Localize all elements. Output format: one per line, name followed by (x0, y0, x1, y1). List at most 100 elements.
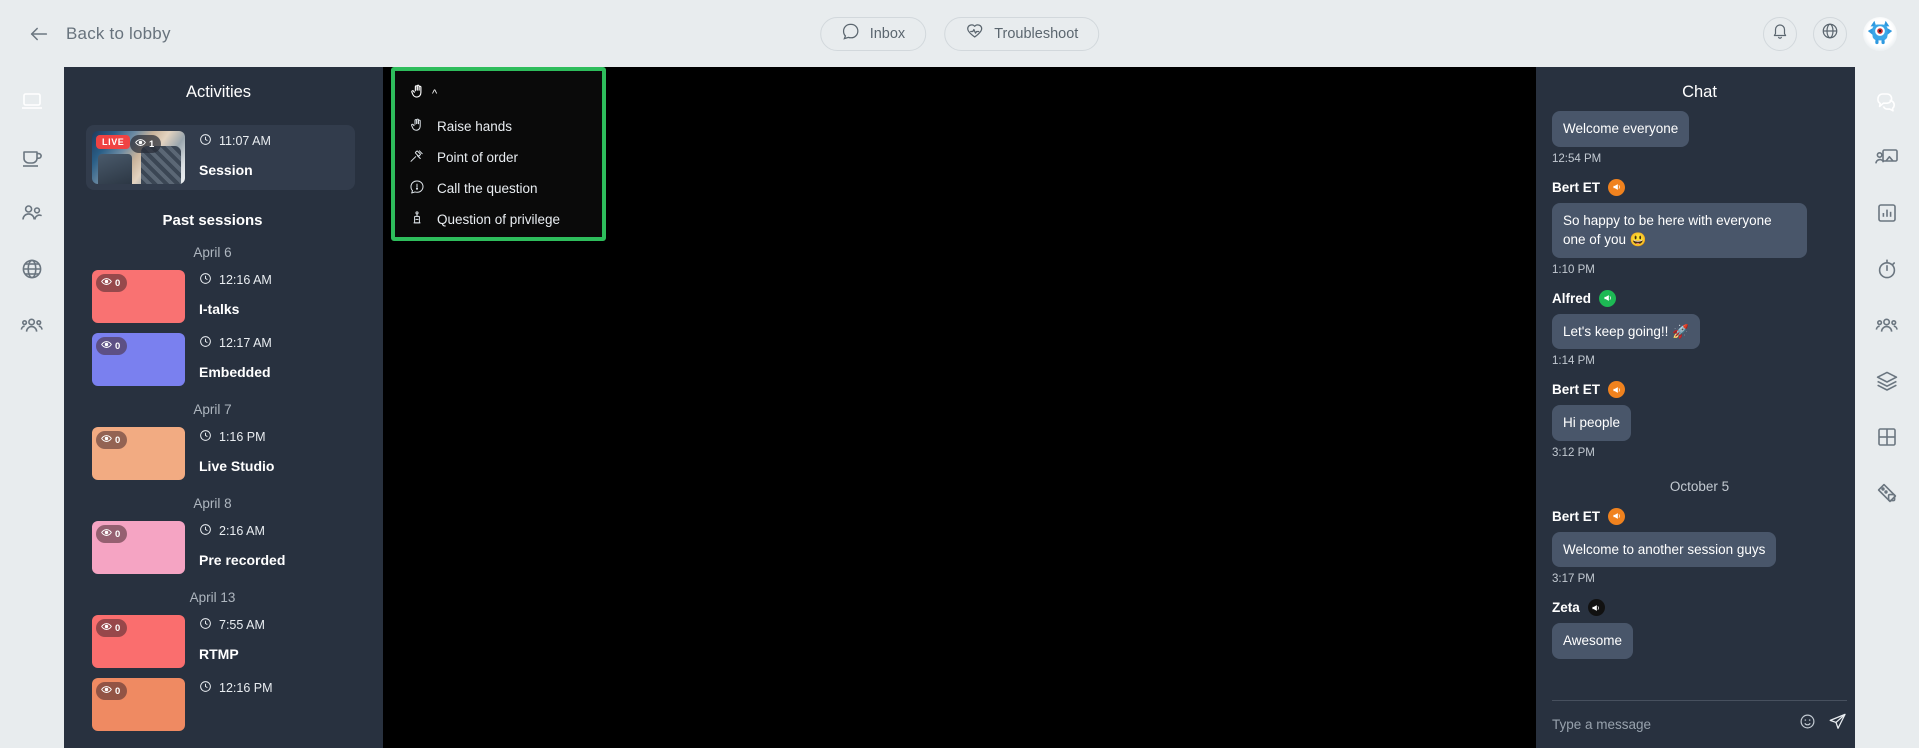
menu-item-raise-hands[interactable]: Raise hands (395, 111, 602, 142)
panel-item-screen-share[interactable] (1873, 145, 1901, 173)
language-button[interactable] (1813, 16, 1847, 51)
menu-item-call-the-question[interactable]: Call the question (395, 173, 602, 204)
left-rail (0, 67, 64, 748)
message-author-row: Bert ET (1552, 178, 1847, 196)
sidebar-item-stage[interactable] (18, 89, 46, 117)
session-time-row: 2:16 AM (199, 523, 285, 539)
raise-hand-menu-items: Raise hands Point of order Call the questi… (395, 111, 602, 235)
message-bubble: So happy to be here with everyone one of… (1552, 202, 1807, 258)
troubleshoot-button[interactable]: Troubleshoot (944, 16, 1100, 51)
troubleshoot-label: Troubleshoot (994, 25, 1079, 42)
past-session-item[interactable]: 0 7:55 AM RTMP (92, 615, 371, 668)
session-time: 7:55 AM (219, 618, 265, 632)
chat-message: Bert ET Hi people 3:12 PM (1552, 381, 1847, 459)
session-name: Live Studio (199, 458, 275, 474)
live-session-item[interactable]: LIVE 1 11:07 AM Session (86, 125, 355, 190)
send-button[interactable] (1828, 712, 1847, 736)
sidebar-item-people[interactable] (18, 201, 46, 229)
sidebar-item-groups[interactable] (18, 313, 46, 341)
notifications-button[interactable] (1763, 16, 1797, 51)
sidebar-item-lounge[interactable] (18, 145, 46, 173)
back-to-lobby-button[interactable]: Back to lobby (28, 23, 171, 45)
sidebar-item-network[interactable] (18, 257, 46, 285)
chat-message: Bert ET So happy to be here with everyone… (1552, 178, 1847, 276)
globe-icon (1821, 22, 1839, 45)
session-time: 12:16 PM (219, 681, 273, 695)
question-bubble-icon (409, 179, 425, 198)
chat-message: Welcome everyone 12:54 PM (1552, 111, 1847, 165)
session-date-header: April 6 (193, 245, 232, 260)
activities-list[interactable]: LIVE 1 11:07 AM Session Past sessions Ap… (64, 115, 383, 748)
session-time-row: 12:17 AM (199, 335, 272, 351)
bar-chart-icon (1875, 201, 1899, 230)
chat-input[interactable] (1552, 716, 1787, 732)
inbox-button[interactable]: Inbox (819, 16, 927, 51)
menu-item-question-of-privilege[interactable]: Question of privilege (395, 204, 602, 235)
avatar[interactable] (1863, 16, 1897, 51)
live-badge: LIVE (96, 135, 131, 149)
session-thumbnail: 0 (92, 333, 185, 386)
session-time: 2:16 AM (219, 524, 265, 538)
eye-icon (135, 137, 146, 151)
eye-icon (101, 684, 112, 698)
message-time: 3:12 PM (1552, 446, 1595, 459)
past-session-item[interactable]: 0 1:16 PM Live Studio (92, 427, 371, 480)
panel-item-grid[interactable] (1873, 425, 1901, 453)
session-name: Session (199, 162, 253, 178)
panel-item-participants[interactable] (1873, 313, 1901, 341)
session-time-row: 1:16 PM (199, 429, 274, 445)
chat-date-separator: October 5 (1669, 478, 1730, 494)
message-bubble: Hi people (1552, 405, 1632, 441)
session-time: 11:07 AM (219, 134, 271, 148)
message-author-name: Zeta (1552, 600, 1580, 616)
back-to-lobby-label: Back to lobby (66, 23, 171, 43)
message-bubble: Welcome to another session guys (1552, 531, 1777, 568)
puzzle-icon (1875, 481, 1899, 510)
viewer-count: 0 (115, 622, 121, 634)
session-time: 12:16 AM (219, 273, 272, 287)
raise-hand-icon (409, 83, 426, 105)
message-bubble: Let's keep going!! 🚀 (1552, 313, 1700, 350)
chat-bubbles-icon (1875, 89, 1899, 118)
menu-item-label: Question of privilege (437, 212, 561, 227)
message-author-row: Zeta (1552, 599, 1847, 617)
raise-hand-menu[interactable]: ^ Raise hands Point of order Call the ques… (391, 67, 606, 241)
chat-input-row (1552, 700, 1847, 736)
panel-item-chat[interactable] (1873, 89, 1901, 117)
megaphone-badge-icon (1608, 507, 1626, 525)
eye-icon (101, 433, 112, 447)
past-sessions-groups: April 6 0 12:16 AM I-talks 0 12:17 AM Embedded… (64, 245, 371, 731)
message-author-name: Bert ET (1552, 179, 1601, 195)
panel-item-layers[interactable] (1873, 369, 1901, 397)
raise-hand-icon (409, 117, 425, 136)
past-session-item[interactable]: 0 2:16 AM Pre recorded (92, 521, 371, 574)
chevron-up-icon: ^ (432, 87, 438, 100)
group-people-icon (1875, 313, 1899, 342)
session-time-row: 11:07 AM (199, 133, 271, 149)
past-session-item[interactable]: 0 12:16 PM (92, 678, 371, 731)
chat-messages[interactable]: Welcome everyone 12:54 PM Bert ET So happy … (1536, 111, 1863, 692)
session-thumbnail: 0 (92, 270, 185, 323)
clock-icon (199, 617, 212, 633)
message-time: 12:54 PM (1552, 152, 1602, 165)
eye-icon (101, 527, 112, 541)
chat-message: Bert ET Welcome to another session guys 3:… (1552, 507, 1847, 585)
past-session-item[interactable]: 0 12:17 AM Embedded (92, 333, 371, 386)
layers-icon (1875, 369, 1899, 398)
past-session-item[interactable]: 0 12:16 AM I-talks (92, 270, 371, 323)
viewer-count-badge: 0 (96, 619, 128, 637)
viewer-count: 0 (115, 685, 121, 697)
message-author-row: Bert ET (1552, 381, 1847, 399)
app-root: Back to lobby Inbox Troubleshoot Activit… (0, 0, 1919, 748)
panel-item-games[interactable] (1873, 481, 1901, 509)
message-author-row: Alfred (1552, 289, 1847, 307)
menu-item-point-of-order[interactable]: Point of order (395, 142, 602, 173)
panel-item-polls[interactable] (1873, 201, 1901, 229)
raise-hand-menu-header[interactable]: ^ (395, 81, 602, 111)
chat-message: Zeta Awesome (1552, 599, 1847, 659)
clock-icon (199, 133, 212, 149)
emoji-button[interactable] (1799, 713, 1816, 735)
message-author-name: Bert ET (1552, 382, 1601, 398)
panel-item-timer[interactable] (1873, 257, 1901, 285)
session-name: I-talks (199, 301, 240, 317)
